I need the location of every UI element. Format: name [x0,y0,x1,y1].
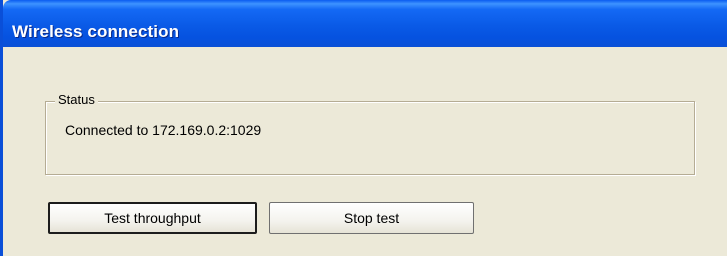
window-title: Wireless connection [12,22,180,41]
title-bar[interactable]: Wireless connection [3,0,727,47]
status-group-label: Status [55,91,98,109]
test-throughput-button[interactable]: Test throughput [48,202,257,234]
connection-status-text: Connected to 172.169.0.2:1029 [65,122,262,138]
stop-test-button[interactable]: Stop test [269,202,474,234]
wireless-connection-window: Wireless connection Status Connected to … [0,0,727,256]
